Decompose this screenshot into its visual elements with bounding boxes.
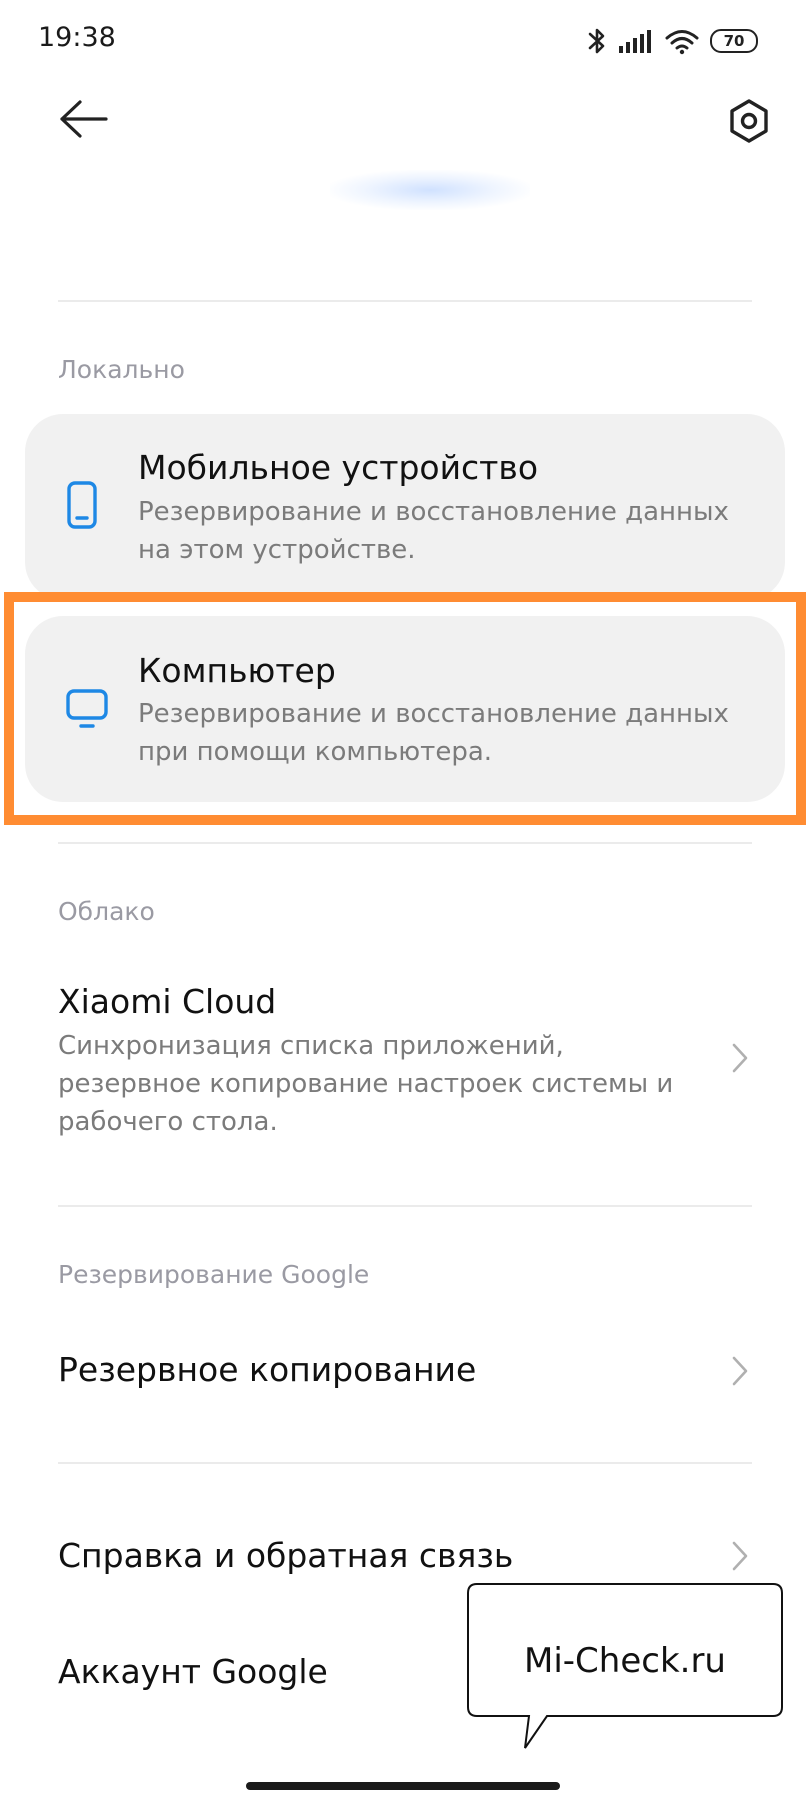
bluetooth-icon	[588, 28, 605, 54]
hexagon-settings-icon	[730, 99, 768, 143]
section-header-google: Резервирование Google	[58, 1260, 370, 1289]
header-glow	[330, 170, 530, 210]
home-indicator[interactable]	[246, 1782, 560, 1790]
chevron-right-icon	[732, 1356, 748, 1386]
backup-title: Резервное копирование	[58, 1350, 477, 1389]
watermark-callout	[467, 1583, 783, 1749]
mobile-device-card[interactable]: Мобильное устройство Резервирование и во…	[25, 414, 785, 600]
computer-card[interactable]: Компьютер Резервирование и восстановлени…	[25, 616, 785, 802]
status-time: 19:38	[38, 22, 116, 53]
xiaomi-cloud-title: Xiaomi Cloud	[58, 982, 277, 1021]
phone-icon	[67, 481, 97, 529]
back-button[interactable]	[58, 97, 110, 141]
computer-subtitle: Резервирование и восстановление данных п…	[138, 699, 729, 767]
watermark-text: Mi-Check.ru	[524, 1641, 726, 1681]
arrow-left-icon	[60, 100, 108, 138]
chevron-right-icon	[732, 1043, 748, 1073]
mobile-device-subtitle: Резервирование и восстановление данных н…	[138, 497, 729, 565]
wifi-icon	[665, 30, 699, 55]
signal-icon	[619, 30, 651, 53]
xiaomi-cloud-row[interactable]: Xiaomi Cloud Синхронизация списка прилож…	[0, 966, 810, 1144]
settings-button[interactable]	[726, 98, 772, 144]
section-header-cloud: Облако	[58, 897, 155, 926]
divider	[58, 842, 752, 844]
divider	[58, 1205, 752, 1207]
xiaomi-cloud-subtitle: Синхронизация списка приложений, резервн…	[58, 1031, 674, 1137]
computer-title: Компьютер	[138, 651, 336, 690]
section-header-local: Локально	[58, 355, 185, 384]
chevron-right-icon	[732, 1541, 748, 1571]
divider	[58, 1462, 752, 1464]
battery-icon: 70	[710, 29, 758, 53]
backup-row[interactable]: Резервное копирование	[0, 1326, 810, 1416]
mobile-device-title: Мобильное устройство	[138, 448, 539, 487]
google-account-title: Аккаунт Google	[58, 1652, 328, 1691]
help-feedback-title: Справка и обратная связь	[58, 1536, 514, 1575]
status-icons: 70	[586, 24, 758, 58]
google-account-row[interactable]: Аккаунт Google	[0, 1628, 460, 1718]
divider	[58, 300, 752, 302]
monitor-icon	[66, 689, 108, 728]
